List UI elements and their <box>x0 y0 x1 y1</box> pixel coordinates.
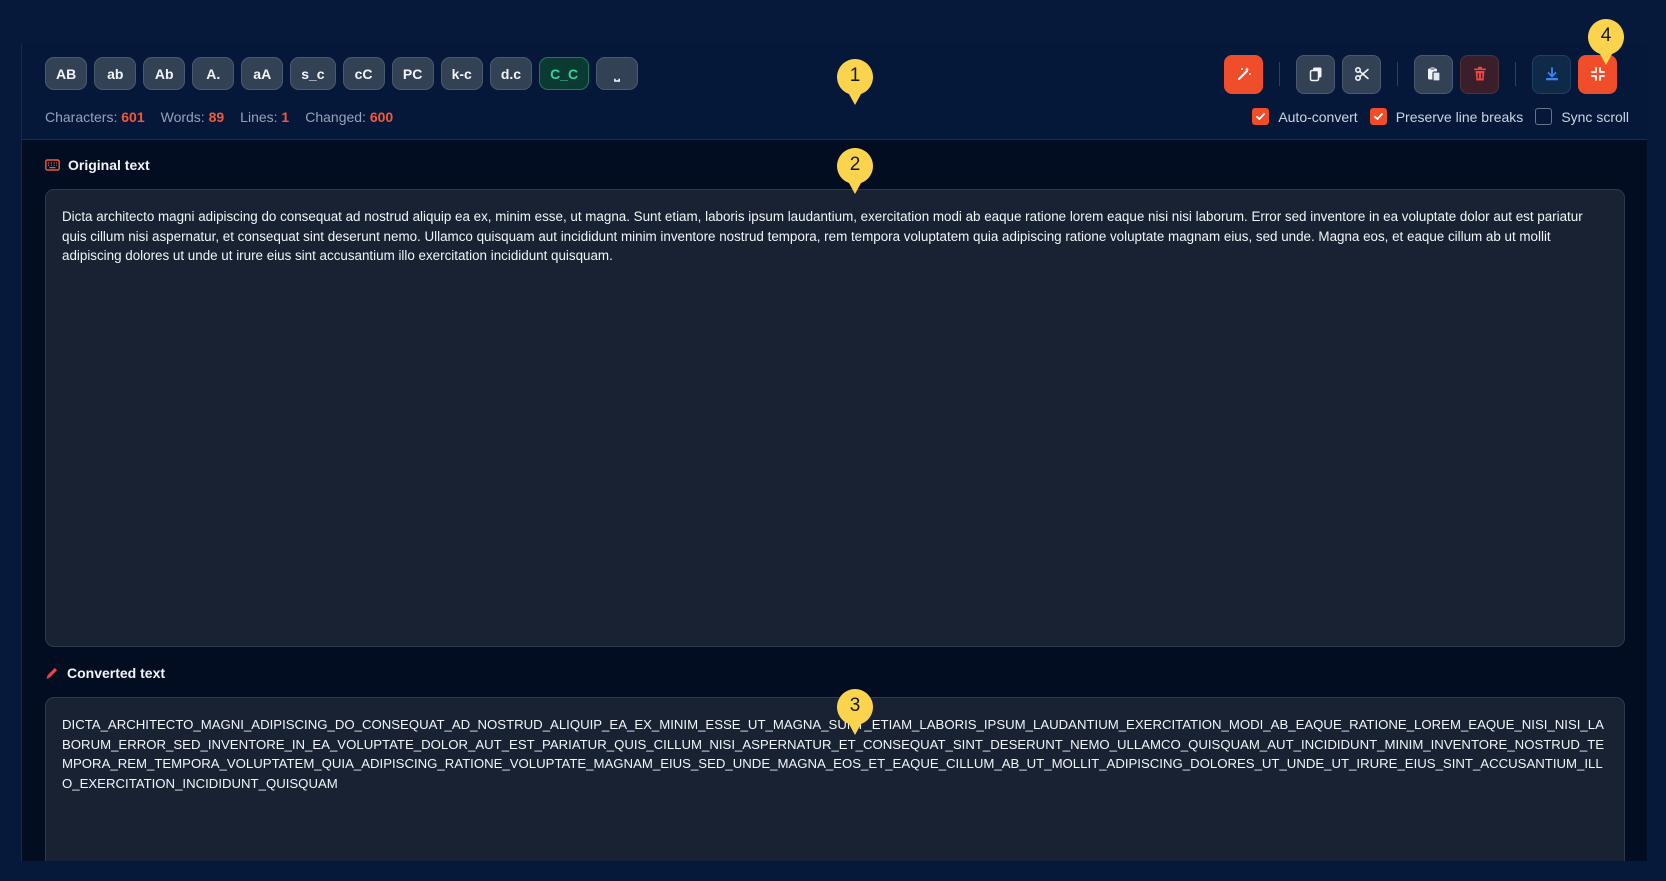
upper-case-button[interactable]: AB <box>45 57 88 90</box>
alternating-case-button[interactable]: aA <box>241 57 284 90</box>
space-case-button[interactable]: ⎵ <box>596 57 639 90</box>
keyboard-icon <box>45 159 60 171</box>
converted-text-label: Converted text <box>67 665 166 681</box>
case-converter-app: AB ab Ab A. aA s_c cC PC k-c d.c C_C ⎵ C… <box>21 44 1647 861</box>
collapse-icon <box>1590 67 1605 81</box>
toolbar-divider <box>1397 62 1398 86</box>
check-icon <box>1256 113 1266 120</box>
changed-count: 600 <box>369 109 394 125</box>
preserve-line-breaks-label: Preserve line breaks <box>1395 108 1524 125</box>
auto-fix-button[interactable] <box>1224 54 1263 94</box>
options: Auto-convert Preserve line breaks Sync s… <box>1240 108 1629 125</box>
lines-count: 1 <box>281 109 290 125</box>
sync-scroll-option[interactable]: Sync scroll <box>1535 108 1629 125</box>
characters-count: 601 <box>121 109 145 125</box>
auto-convert-option[interactable]: Auto-convert <box>1252 108 1358 125</box>
constant-case-button[interactable]: C_C <box>539 57 590 90</box>
camel-case-button[interactable]: cC <box>342 57 385 90</box>
cut-icon <box>1354 66 1369 82</box>
copy-icon <box>1309 67 1321 82</box>
sync-scroll-checkbox[interactable] <box>1535 108 1553 125</box>
trash-icon <box>1473 66 1486 81</box>
sync-scroll-label: Sync scroll <box>1561 108 1629 125</box>
text-stats: Characters: 601 Words: 89 Lines: 1 Chang… <box>45 109 393 125</box>
marker-4: 4 <box>1587 18 1625 66</box>
toolbar-divider <box>1279 62 1280 86</box>
toolbar: AB ab Ab A. aA s_c cC PC k-c d.c C_C ⎵ C… <box>22 44 1647 140</box>
characters-stat: Characters: 601 <box>45 109 145 125</box>
magic-wand-icon <box>1237 67 1251 80</box>
original-text-input[interactable]: Dicta architecto magni adipiscing do con… <box>45 189 1625 647</box>
cut-button[interactable] <box>1342 54 1381 94</box>
changed-stat: Changed: 600 <box>305 109 394 125</box>
toolbar-divider <box>1515 62 1516 86</box>
download-button[interactable] <box>1532 54 1571 94</box>
action-buttons <box>1224 54 1617 94</box>
words-count: 89 <box>208 109 225 125</box>
paste-icon <box>1427 67 1441 82</box>
paste-button[interactable] <box>1414 54 1453 94</box>
marker-2: 2 <box>836 147 874 195</box>
pascal-case-button[interactable]: PC <box>391 57 434 90</box>
check-icon <box>1373 113 1383 120</box>
lower-case-button[interactable]: ab <box>94 57 137 90</box>
words-stat: Words: 89 <box>160 109 225 125</box>
case-buttons: AB ab Ab A. aA s_c cC PC k-c d.c C_C ⎵ <box>45 57 639 90</box>
converted-text-output[interactable]: DICTA_ARCHITECTO_MAGNI_ADIPISCING_DO_CON… <box>45 697 1625 861</box>
original-text-label: Original text <box>68 157 150 173</box>
clear-button[interactable] <box>1460 54 1499 94</box>
download-icon <box>1545 67 1558 81</box>
converted-text-header: Converted text <box>45 665 165 681</box>
snake-case-button[interactable]: s_c <box>290 57 336 90</box>
sentence-case-button[interactable]: A. <box>192 57 235 90</box>
marker-1: 1 <box>836 58 874 106</box>
preserve-line-breaks-option[interactable]: Preserve line breaks <box>1369 108 1524 125</box>
auto-convert-checkbox[interactable] <box>1252 108 1270 125</box>
pencil-icon <box>46 668 57 679</box>
copy-button[interactable] <box>1296 54 1335 94</box>
preserve-line-breaks-checkbox[interactable] <box>1369 108 1387 125</box>
marker-3: 3 <box>836 688 874 736</box>
auto-convert-label: Auto-convert <box>1278 108 1358 125</box>
lines-stat: Lines: 1 <box>240 109 290 125</box>
kebab-case-button[interactable]: k-c <box>440 57 483 90</box>
dot-case-button[interactable]: d.c <box>489 57 533 90</box>
capitalize-button[interactable]: Ab <box>143 57 186 90</box>
original-text-header: Original text <box>45 157 150 173</box>
